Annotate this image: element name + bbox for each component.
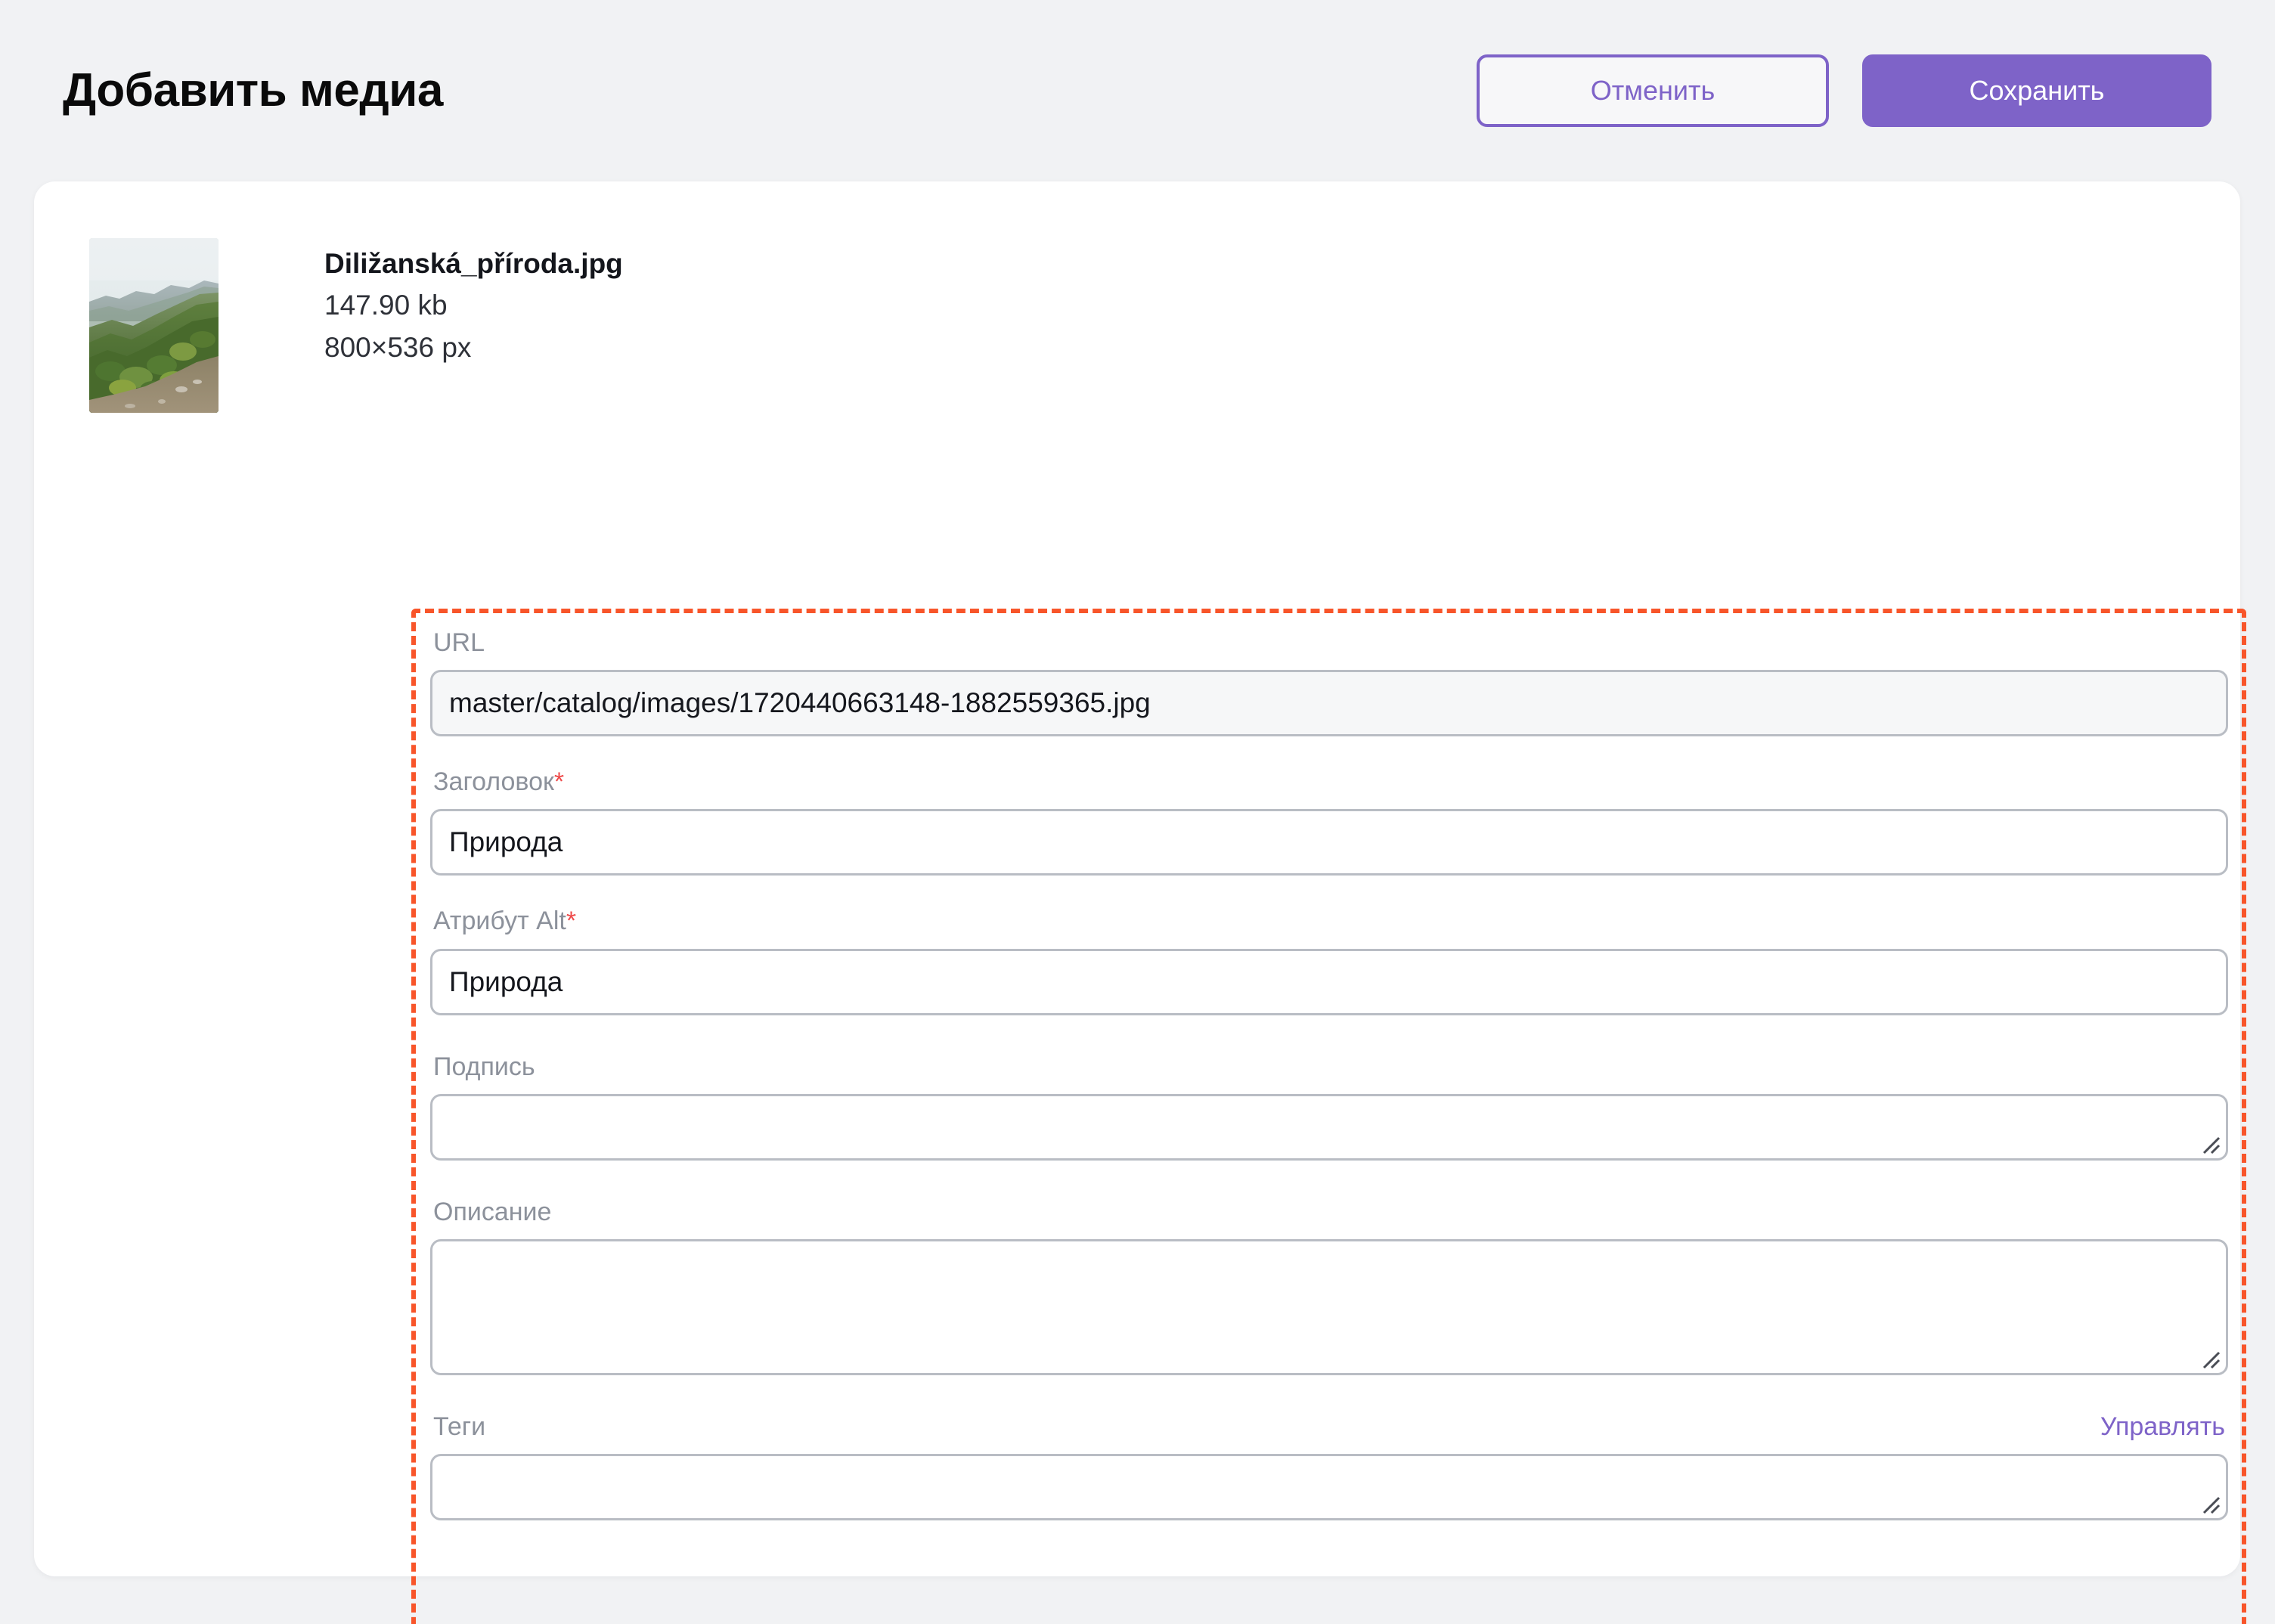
caption-textarea-wrap bbox=[430, 1093, 2228, 1161]
field-alt-label-row: Атрибут Alt* bbox=[430, 904, 2230, 938]
page-title: Добавить медиа bbox=[63, 64, 443, 116]
header-actions: Отменить Сохранить bbox=[1477, 54, 2211, 127]
file-info-row: Diližanská_příroda.jpg 147.90 kb 800×536… bbox=[89, 238, 623, 413]
url-label: URL bbox=[433, 628, 485, 657]
title-label: Заголовок* bbox=[433, 765, 564, 798]
title-input[interactable] bbox=[430, 809, 2228, 876]
field-caption-label-row: Подпись bbox=[430, 1050, 2230, 1083]
field-url-label-row: URL bbox=[430, 626, 2230, 659]
caption-textarea[interactable] bbox=[430, 1093, 2228, 1161]
file-name: Diližanská_příroda.jpg bbox=[324, 248, 623, 279]
cancel-button[interactable]: Отменить bbox=[1477, 54, 1829, 127]
title-label-text: Заголовок bbox=[433, 767, 554, 797]
field-tags-label-row: Теги Управлять bbox=[430, 1410, 2230, 1443]
alt-required-asterisk: * bbox=[566, 907, 577, 936]
landscape-thumbnail-image bbox=[89, 238, 219, 413]
field-description-label-row: Описание bbox=[430, 1195, 2230, 1229]
file-dimensions: 800×536 px bbox=[324, 331, 472, 363]
field-url: URL bbox=[430, 626, 2230, 737]
field-description: Описание bbox=[430, 1195, 2230, 1375]
manage-tags-link[interactable]: Управлять bbox=[2100, 1412, 2230, 1442]
description-textarea[interactable] bbox=[430, 1238, 2228, 1375]
field-title: Заголовок* bbox=[430, 765, 2230, 876]
file-size: 147.90 kb bbox=[324, 290, 448, 321]
media-thumbnail[interactable] bbox=[89, 238, 219, 413]
field-caption: Подпись bbox=[430, 1050, 2230, 1161]
field-title-label-row: Заголовок* bbox=[430, 765, 2230, 798]
description-textarea-wrap bbox=[430, 1238, 2228, 1375]
tags-textarea-wrap bbox=[430, 1454, 2228, 1521]
description-label: Описание bbox=[433, 1197, 552, 1226]
media-card: Diližanská_příroda.jpg 147.90 kb 800×536… bbox=[34, 181, 2246, 1624]
alt-label: Атрибут Alt* bbox=[433, 904, 576, 938]
add-media-page: Добавить медиа Отменить Сохранить Diliža… bbox=[0, 0, 2275, 1624]
alt-input[interactable] bbox=[430, 948, 2228, 1015]
tags-textarea[interactable] bbox=[430, 1454, 2228, 1521]
page-header: Добавить медиа Отменить Сохранить bbox=[34, 0, 2240, 181]
save-button[interactable]: Сохранить bbox=[1862, 54, 2211, 127]
resize-handle-icon[interactable] bbox=[2196, 1130, 2222, 1156]
field-alt: Атрибут Alt* bbox=[430, 904, 2230, 1015]
caption-label: Подпись bbox=[433, 1052, 535, 1081]
title-required-asterisk: * bbox=[553, 767, 565, 797]
resize-handle-icon[interactable] bbox=[2196, 1345, 2222, 1371]
alt-label-text: Атрибут Alt bbox=[433, 907, 566, 936]
resize-handle-icon[interactable] bbox=[2196, 1490, 2222, 1516]
media-form: URL Заголовок* Атрибут Alt* bbox=[430, 626, 2230, 1521]
url-input[interactable] bbox=[430, 670, 2228, 737]
file-meta: Diližanská_příroda.jpg 147.90 kb 800×536… bbox=[324, 238, 623, 365]
tags-label: Теги bbox=[433, 1412, 486, 1441]
field-tags: Теги Управлять bbox=[430, 1410, 2230, 1521]
